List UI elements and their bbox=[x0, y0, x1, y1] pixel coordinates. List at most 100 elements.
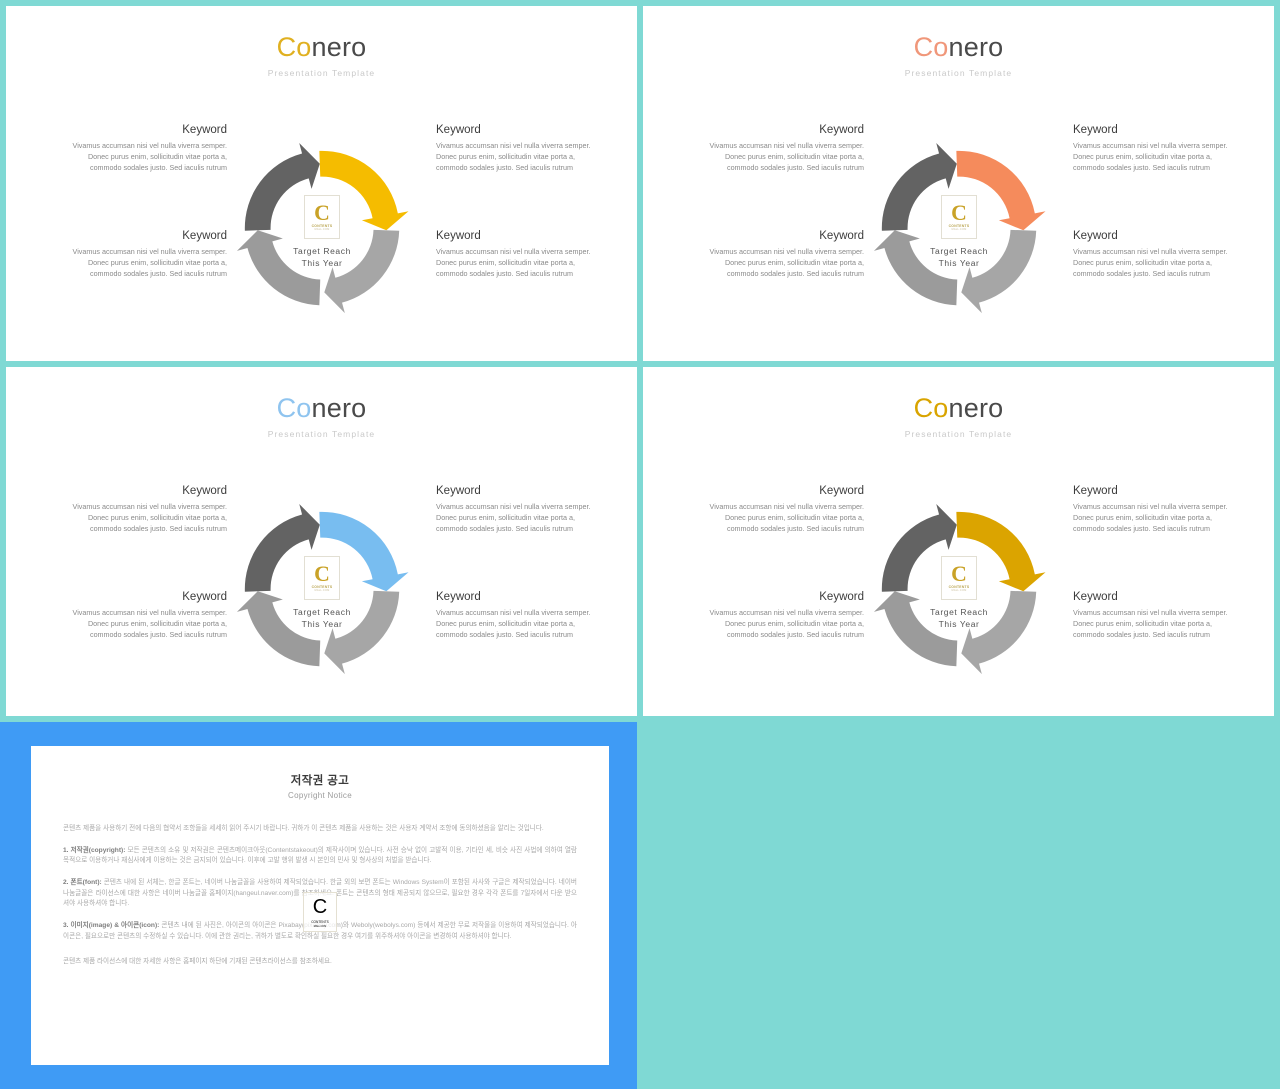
keyword-body-text: Vivamus accumsan nisi vel nulla viverra … bbox=[436, 141, 591, 172]
keyword-block-3: Keyword Vivamus accumsan nisi vel nulla v… bbox=[436, 485, 594, 535]
keyword-body-text: Vivamus accumsan nisi vel nulla viverra … bbox=[72, 608, 227, 639]
slide-title-block: Conero Presentation Template bbox=[6, 395, 637, 440]
donut-segment-4[interactable] bbox=[244, 503, 320, 592]
keyword-title: Keyword bbox=[1073, 124, 1118, 136]
keyword-block-2: Keyword Vivamus accumsan nisi vel nulla v… bbox=[706, 230, 864, 280]
keyword-block-1: Keyword Vivamus accumsan nisi vel nulla v… bbox=[706, 124, 864, 174]
keyword-block-4: Keyword Vivamus accumsan nisi vel nulla v… bbox=[1073, 230, 1231, 280]
donut-segment-2[interactable] bbox=[961, 590, 1037, 675]
brand-rest-text: nero bbox=[311, 32, 367, 62]
donut-segment-1[interactable] bbox=[319, 150, 409, 231]
keyword-title: Keyword bbox=[182, 124, 227, 136]
keyword-block-3: Keyword Vivamus accumsan nisi vel nulla v… bbox=[1073, 485, 1231, 535]
slide-thumbnail-1[interactable]: Conero Presentation Template Keyword Vivamu… bbox=[6, 6, 637, 361]
keyword-title: Keyword bbox=[1073, 485, 1118, 497]
copyright-intro: 콘텐츠 제품을 사용하기 전에 다음의 협약서 조항들을 세세히 읽어 주시기 … bbox=[63, 825, 544, 832]
keyword-body-text: Vivamus accumsan nisi vel nulla viverra … bbox=[709, 608, 864, 639]
progress-donut-chart: Target Reach This Year C CONTENTS MALL.COM bbox=[228, 134, 416, 322]
brand-title: Conero bbox=[6, 34, 637, 61]
donut-segment-3[interactable] bbox=[873, 591, 958, 667]
donut-segment-4[interactable] bbox=[881, 142, 957, 231]
donut-segment-3[interactable] bbox=[236, 230, 321, 306]
donut-segment-1[interactable] bbox=[956, 511, 1046, 592]
brand-accent-text: Co bbox=[913, 393, 949, 423]
keyword-block-2: Keyword Vivamus accumsan nisi vel nulla v… bbox=[706, 591, 864, 641]
keyword-title: Keyword bbox=[436, 485, 481, 497]
copyright-title-ko: 저작권 공고 bbox=[290, 775, 350, 787]
slide-thumbnail-2[interactable]: Conero Presentation Template Keyword Vivamu… bbox=[643, 6, 1274, 361]
keyword-title: Keyword bbox=[819, 124, 864, 136]
keyword-title: Keyword bbox=[1073, 591, 1118, 603]
slide-thumbnail-3[interactable]: Conero Presentation Template Keyword Vivamu… bbox=[6, 367, 637, 716]
keyword-body-text: Vivamus accumsan nisi vel nulla viverra … bbox=[72, 502, 227, 533]
donut-svg bbox=[873, 142, 1046, 314]
keyword-body-text: Vivamus accumsan nisi vel nulla viverra … bbox=[1073, 141, 1228, 172]
donut-segment-3[interactable] bbox=[236, 591, 321, 667]
donut-segment-1[interactable] bbox=[956, 150, 1046, 231]
keyword-title: Keyword bbox=[819, 230, 864, 242]
keyword-title: Keyword bbox=[182, 230, 227, 242]
brand-accent-text: Co bbox=[276, 32, 312, 62]
donut-segment-3[interactable] bbox=[873, 230, 958, 306]
copyright-paper: 저작권 공고 Copyright Notice 콘텐츠 제품을 사용하기 전에 다음… bbox=[31, 746, 609, 1065]
keyword-body-text: Vivamus accumsan nisi vel nulla viverra … bbox=[72, 247, 227, 278]
brand-title: Conero bbox=[6, 395, 637, 422]
keyword-title: Keyword bbox=[182, 591, 227, 603]
keyword-block-2: Keyword Vivamus accumsan nisi vel nulla v… bbox=[69, 230, 227, 280]
copyright-heading: 저작권 공고 Copyright Notice bbox=[63, 772, 577, 800]
brand-accent-text: Co bbox=[276, 393, 312, 423]
donut-segment-2[interactable] bbox=[961, 229, 1037, 314]
copyright-clause-1: 1. 저작권(copyright): 모든 콘텐츠의 소유 및 저작권은 콘텐츠… bbox=[63, 846, 577, 867]
brand-accent-text: Co bbox=[913, 32, 949, 62]
watermark-letter: C bbox=[312, 896, 328, 918]
keyword-body-text: Vivamus accumsan nisi vel nulla viverra … bbox=[709, 502, 864, 533]
keyword-title: Keyword bbox=[436, 124, 481, 136]
keyword-block-1: Keyword Vivamus accumsan nisi vel nulla v… bbox=[706, 485, 864, 535]
brand-title: Conero bbox=[643, 395, 1274, 422]
keyword-body-text: Vivamus accumsan nisi vel nulla viverra … bbox=[1073, 502, 1228, 533]
keyword-body-text: Vivamus accumsan nisi vel nulla viverra … bbox=[709, 247, 864, 278]
copyright-clause-heading-3: 3. 이미지(image) & 아이콘(icon): bbox=[63, 922, 160, 930]
donut-svg bbox=[236, 503, 409, 675]
slide-title-block: Conero Presentation Template bbox=[6, 34, 637, 79]
donut-segment-2[interactable] bbox=[324, 229, 400, 314]
keyword-title: Keyword bbox=[436, 591, 481, 603]
keyword-block-1: Keyword Vivamus accumsan nisi vel nulla v… bbox=[69, 485, 227, 535]
keyword-title: Keyword bbox=[436, 230, 481, 242]
keyword-title: Keyword bbox=[819, 485, 864, 497]
brand-rest-text: nero bbox=[948, 393, 1004, 423]
keyword-block-4: Keyword Vivamus accumsan nisi vel nulla v… bbox=[1073, 591, 1231, 641]
donut-segment-2[interactable] bbox=[324, 590, 400, 675]
keyword-body-text: Vivamus accumsan nisi vel nulla viverra … bbox=[709, 141, 864, 172]
keyword-block-4: Keyword Vivamus accumsan nisi vel nulla v… bbox=[436, 591, 594, 641]
keyword-title: Keyword bbox=[182, 485, 227, 497]
watermark-line1: CONTENTS bbox=[311, 920, 329, 924]
brand-subtitle: Presentation Template bbox=[904, 68, 1013, 78]
keyword-body-text: Vivamus accumsan nisi vel nulla viverra … bbox=[72, 141, 227, 172]
brand-subtitle: Presentation Template bbox=[904, 429, 1013, 439]
keyword-body-text: Vivamus accumsan nisi vel nulla viverra … bbox=[436, 247, 591, 278]
keyword-body-text: Vivamus accumsan nisi vel nulla viverra … bbox=[436, 608, 591, 639]
donut-svg bbox=[873, 503, 1046, 675]
donut-segment-4[interactable] bbox=[881, 503, 957, 592]
brand-subtitle: Presentation Template bbox=[267, 68, 376, 78]
watermark-line2: MALL.COM bbox=[313, 925, 327, 928]
copyright-clause-heading-2: 2. 폰트(font): bbox=[63, 879, 102, 887]
keyword-block-2: Keyword Vivamus accumsan nisi vel nulla v… bbox=[69, 591, 227, 641]
slide-thumbnail-4[interactable]: Conero Presentation Template Keyword Vivamu… bbox=[643, 367, 1274, 716]
progress-donut-chart: Target Reach This Year C CONTENTS MALL.COM bbox=[865, 134, 1053, 322]
slide-title-block: Conero Presentation Template bbox=[643, 395, 1274, 440]
presentation-thumbnail-grid: Conero Presentation Template Keyword Vivamu… bbox=[0, 0, 1280, 1089]
slide-title-block: Conero Presentation Template bbox=[643, 32, 1274, 79]
contents-mall-watermark-logo: C CONTENTS MALL.COM bbox=[303, 892, 337, 932]
slide-thumbnail-copyright[interactable]: 저작권 공고 Copyright Notice 콘텐츠 제품을 사용하기 전에 다음… bbox=[0, 722, 637, 1089]
donut-segment-4[interactable] bbox=[244, 142, 320, 231]
keyword-block-1: Keyword Vivamus accumsan nisi vel nulla v… bbox=[69, 124, 227, 174]
progress-donut-chart: Target Reach This Year C CONTENTS MALL.COM bbox=[228, 495, 416, 683]
copyright-title-en: Copyright Notice bbox=[288, 791, 352, 800]
keyword-block-3: Keyword Vivamus accumsan nisi vel nulla v… bbox=[436, 124, 594, 174]
keyword-title: Keyword bbox=[1073, 230, 1118, 242]
donut-segment-1[interactable] bbox=[319, 511, 409, 592]
brand-subtitle: Presentation Template bbox=[267, 429, 376, 439]
keyword-block-3: Keyword Vivamus accumsan nisi vel nulla v… bbox=[1073, 124, 1231, 174]
